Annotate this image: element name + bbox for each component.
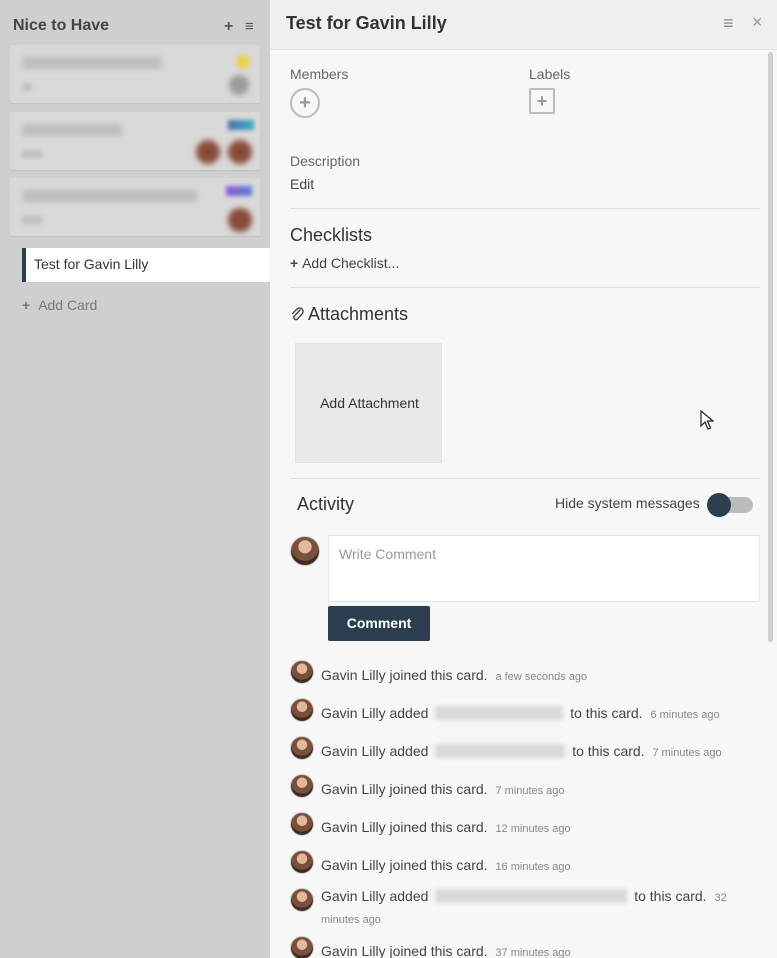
hide-system-messages-label: Hide system messages xyxy=(555,495,700,511)
attachments-label: Attachments xyxy=(308,304,409,324)
avatar xyxy=(290,888,314,912)
activity-user[interactable]: Gavin Lilly xyxy=(321,743,386,759)
paperclip-icon xyxy=(291,307,304,321)
add-card-icon[interactable]: + xyxy=(224,18,233,36)
add-label-button[interactable]: + xyxy=(529,88,555,114)
add-member-button[interactable]: + xyxy=(290,88,320,118)
comment-button[interactable]: Comment xyxy=(328,606,430,641)
activity-item: Gavin Lilly added to this card. 6 minute… xyxy=(290,698,760,722)
list-column: Nice to Have + ≡ Test for Gavin Lilly + A… xyxy=(0,0,270,958)
avatar xyxy=(290,698,314,722)
activity-text: joined this card. xyxy=(389,667,488,683)
avatar xyxy=(290,850,314,874)
hide-system-messages-toggle[interactable] xyxy=(707,493,753,517)
activity-time: 7 minutes ago xyxy=(652,747,722,759)
activity-text-after: to this card. xyxy=(634,888,707,904)
add-card-label: Add Card xyxy=(38,297,98,313)
checklists-heading: Checklists xyxy=(290,225,373,245)
redacted-member xyxy=(435,744,566,758)
divider xyxy=(290,208,760,209)
activity-item: Gavin Lilly added to this card. 32 minut… xyxy=(290,886,760,928)
list-menu-icon[interactable]: ≡ xyxy=(245,18,254,35)
comment-box xyxy=(328,535,760,602)
activity-time: 7 minutes ago xyxy=(495,785,565,797)
activity-text: joined this card. xyxy=(389,857,488,873)
activity-user[interactable]: Gavin Lilly xyxy=(321,888,386,904)
activity-time: 12 minutes ago xyxy=(495,823,571,835)
attachments-heading: Attachments xyxy=(290,304,408,325)
activity-item: Gavin Lilly added to this card. 7 minute… xyxy=(290,736,760,760)
activity-time: 16 minutes ago xyxy=(495,861,571,873)
card-title: Test for Gavin Lilly xyxy=(34,256,149,272)
close-icon[interactable]: × xyxy=(752,12,763,33)
activity-text: joined this card. xyxy=(389,819,488,835)
activity-time: 37 minutes ago xyxy=(495,947,571,958)
activity-text: added xyxy=(389,705,429,721)
activity-user[interactable]: Gavin Lilly xyxy=(321,857,386,873)
activity-item: Gavin Lilly joined this card. 37 minutes… xyxy=(290,936,760,958)
hamburger-menu-icon[interactable]: ≡ xyxy=(723,13,734,34)
add-card-button[interactable]: + Add Card xyxy=(22,297,97,313)
plus-icon: + xyxy=(22,297,31,313)
activity-item: Gavin Lilly joined this card. 12 minutes… xyxy=(290,812,760,836)
avatar xyxy=(290,660,314,684)
card-blurred[interactable] xyxy=(10,178,260,236)
members-label: Members xyxy=(290,66,349,82)
card-detail-panel: Test for Gavin Lilly ≡ × Members + Label… xyxy=(270,0,777,958)
activity-user[interactable]: Gavin Lilly xyxy=(321,705,386,721)
activity-text-after: to this card. xyxy=(570,705,643,721)
labels-label: Labels xyxy=(529,66,571,82)
activity-text: joined this card. xyxy=(389,781,488,797)
redacted-member xyxy=(435,706,564,720)
avatar xyxy=(290,812,314,836)
redacted-member xyxy=(435,889,628,903)
mouse-cursor-icon xyxy=(700,410,714,430)
add-attachment-label: Add Attachment xyxy=(320,395,419,411)
activity-text: joined this card. xyxy=(389,943,488,958)
divider xyxy=(290,287,760,288)
plus-icon: + xyxy=(290,255,303,271)
add-checklist-label: Add Checklist... xyxy=(302,255,400,271)
activity-time: a few seconds ago xyxy=(495,671,588,683)
activity-heading: Activity xyxy=(297,494,355,514)
panel-scrollbar[interactable] xyxy=(768,52,773,642)
card-active[interactable]: Test for Gavin Lilly xyxy=(22,248,270,282)
activity-user[interactable]: Gavin Lilly xyxy=(321,781,386,797)
activity-user[interactable]: Gavin Lilly xyxy=(321,943,386,958)
card-detail-title[interactable]: Test for Gavin Lilly xyxy=(286,13,447,34)
activity-item: Gavin Lilly joined this card. 16 minutes… xyxy=(290,850,760,874)
comment-input[interactable] xyxy=(329,536,759,601)
activity-item: Gavin Lilly joined this card. 7 minutes … xyxy=(290,774,760,798)
activity-time: 6 minutes ago xyxy=(650,709,720,721)
current-user-avatar xyxy=(290,536,320,566)
description-edit-link[interactable]: Edit xyxy=(290,176,314,192)
avatar xyxy=(290,774,314,798)
activity-item: Gavin Lilly joined this card. a few seco… xyxy=(290,660,760,684)
list-title: Nice to Have xyxy=(13,17,110,34)
activity-user[interactable]: Gavin Lilly xyxy=(321,819,386,835)
panel-header: Test for Gavin Lilly ≡ × xyxy=(270,0,777,50)
activity-text: added xyxy=(389,888,429,904)
activity-text-after: to this card. xyxy=(572,743,645,759)
activity-text: added xyxy=(389,743,429,759)
avatar xyxy=(290,736,314,760)
description-label: Description xyxy=(290,153,361,169)
card-blurred[interactable] xyxy=(10,45,260,103)
avatar xyxy=(290,936,314,958)
activity-user[interactable]: Gavin Lilly xyxy=(321,667,386,683)
add-attachment-button[interactable]: Add Attachment xyxy=(295,343,442,463)
divider xyxy=(290,478,760,479)
card-blurred[interactable] xyxy=(10,112,260,170)
add-checklist-button[interactable]: + Add Checklist... xyxy=(290,255,399,271)
